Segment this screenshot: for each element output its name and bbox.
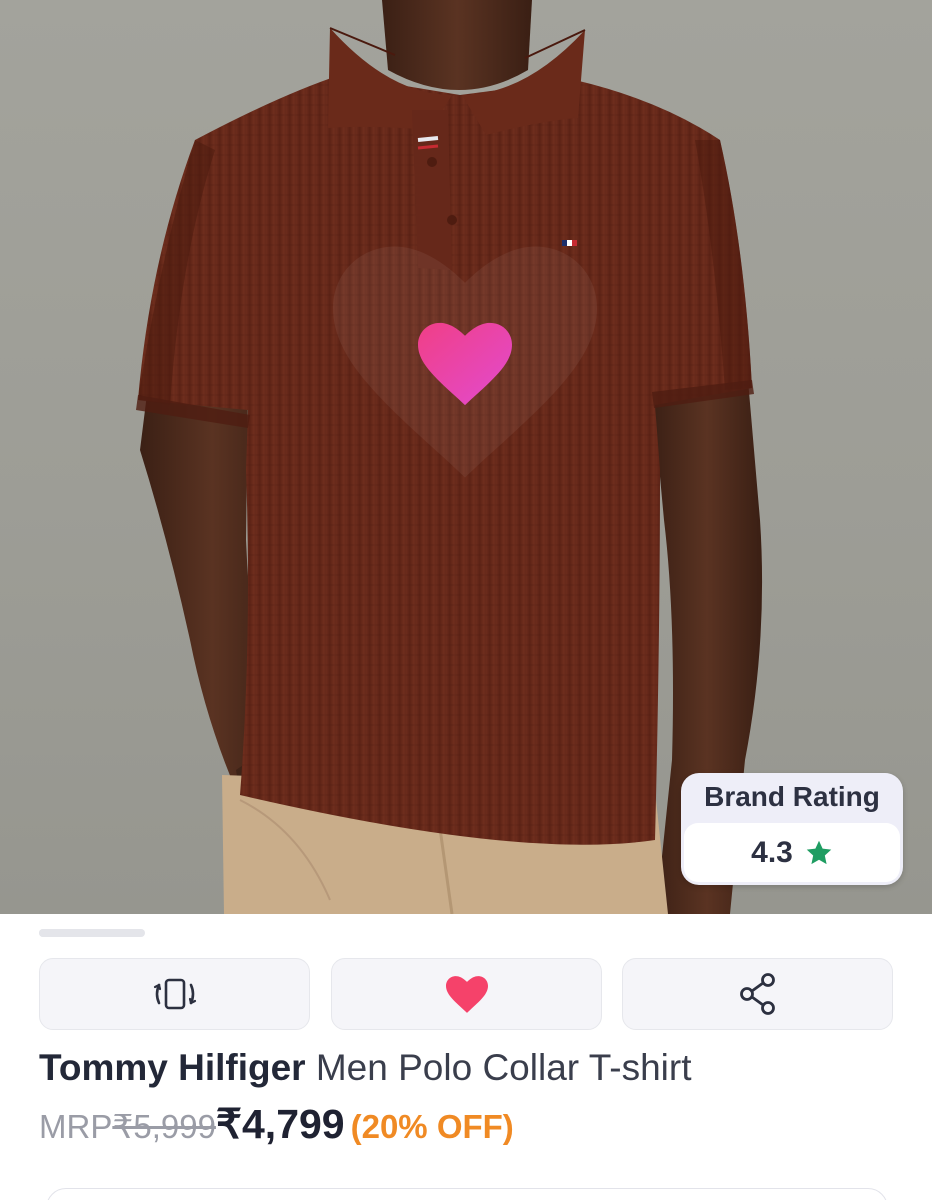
heart-icon	[445, 975, 488, 1013]
phone-rotate-icon	[153, 978, 196, 1010]
next-section-card[interactable]	[46, 1188, 888, 1200]
star-icon	[806, 840, 832, 864]
image-carousel-progress-fill	[39, 929, 61, 937]
selling-price: ₹4,799	[215, 1101, 345, 1147]
brand-rating-value: 4.3	[751, 835, 793, 869]
mrp-label: MRP	[39, 1108, 113, 1145]
share-icon	[739, 973, 775, 1015]
heart-icon	[418, 322, 512, 406]
brand-rating-box: 4.3	[684, 823, 900, 882]
wishlist-button[interactable]	[331, 958, 602, 1030]
price-row: MRP₹5,999₹4,799 (20% OFF)	[39, 1100, 919, 1158]
brand-rating-card[interactable]: Brand Rating 4.3	[681, 773, 903, 885]
product-brand[interactable]: Tommy Hilfiger	[39, 1047, 306, 1088]
share-button[interactable]	[622, 958, 893, 1030]
mrp-value: ₹5,999	[112, 1108, 216, 1145]
discount-badge: (20% OFF)	[350, 1108, 514, 1145]
try-on-button[interactable]	[39, 958, 310, 1030]
image-carousel-progress	[39, 929, 145, 937]
product-image[interactable]: Brand Rating 4.3	[0, 0, 932, 914]
product-name: Men Polo Collar T-shirt	[315, 1047, 692, 1088]
brand-rating-title: Brand Rating	[704, 781, 880, 812]
product-title: Tommy Hilfiger Men Polo Collar T-shirt	[39, 1044, 919, 1092]
